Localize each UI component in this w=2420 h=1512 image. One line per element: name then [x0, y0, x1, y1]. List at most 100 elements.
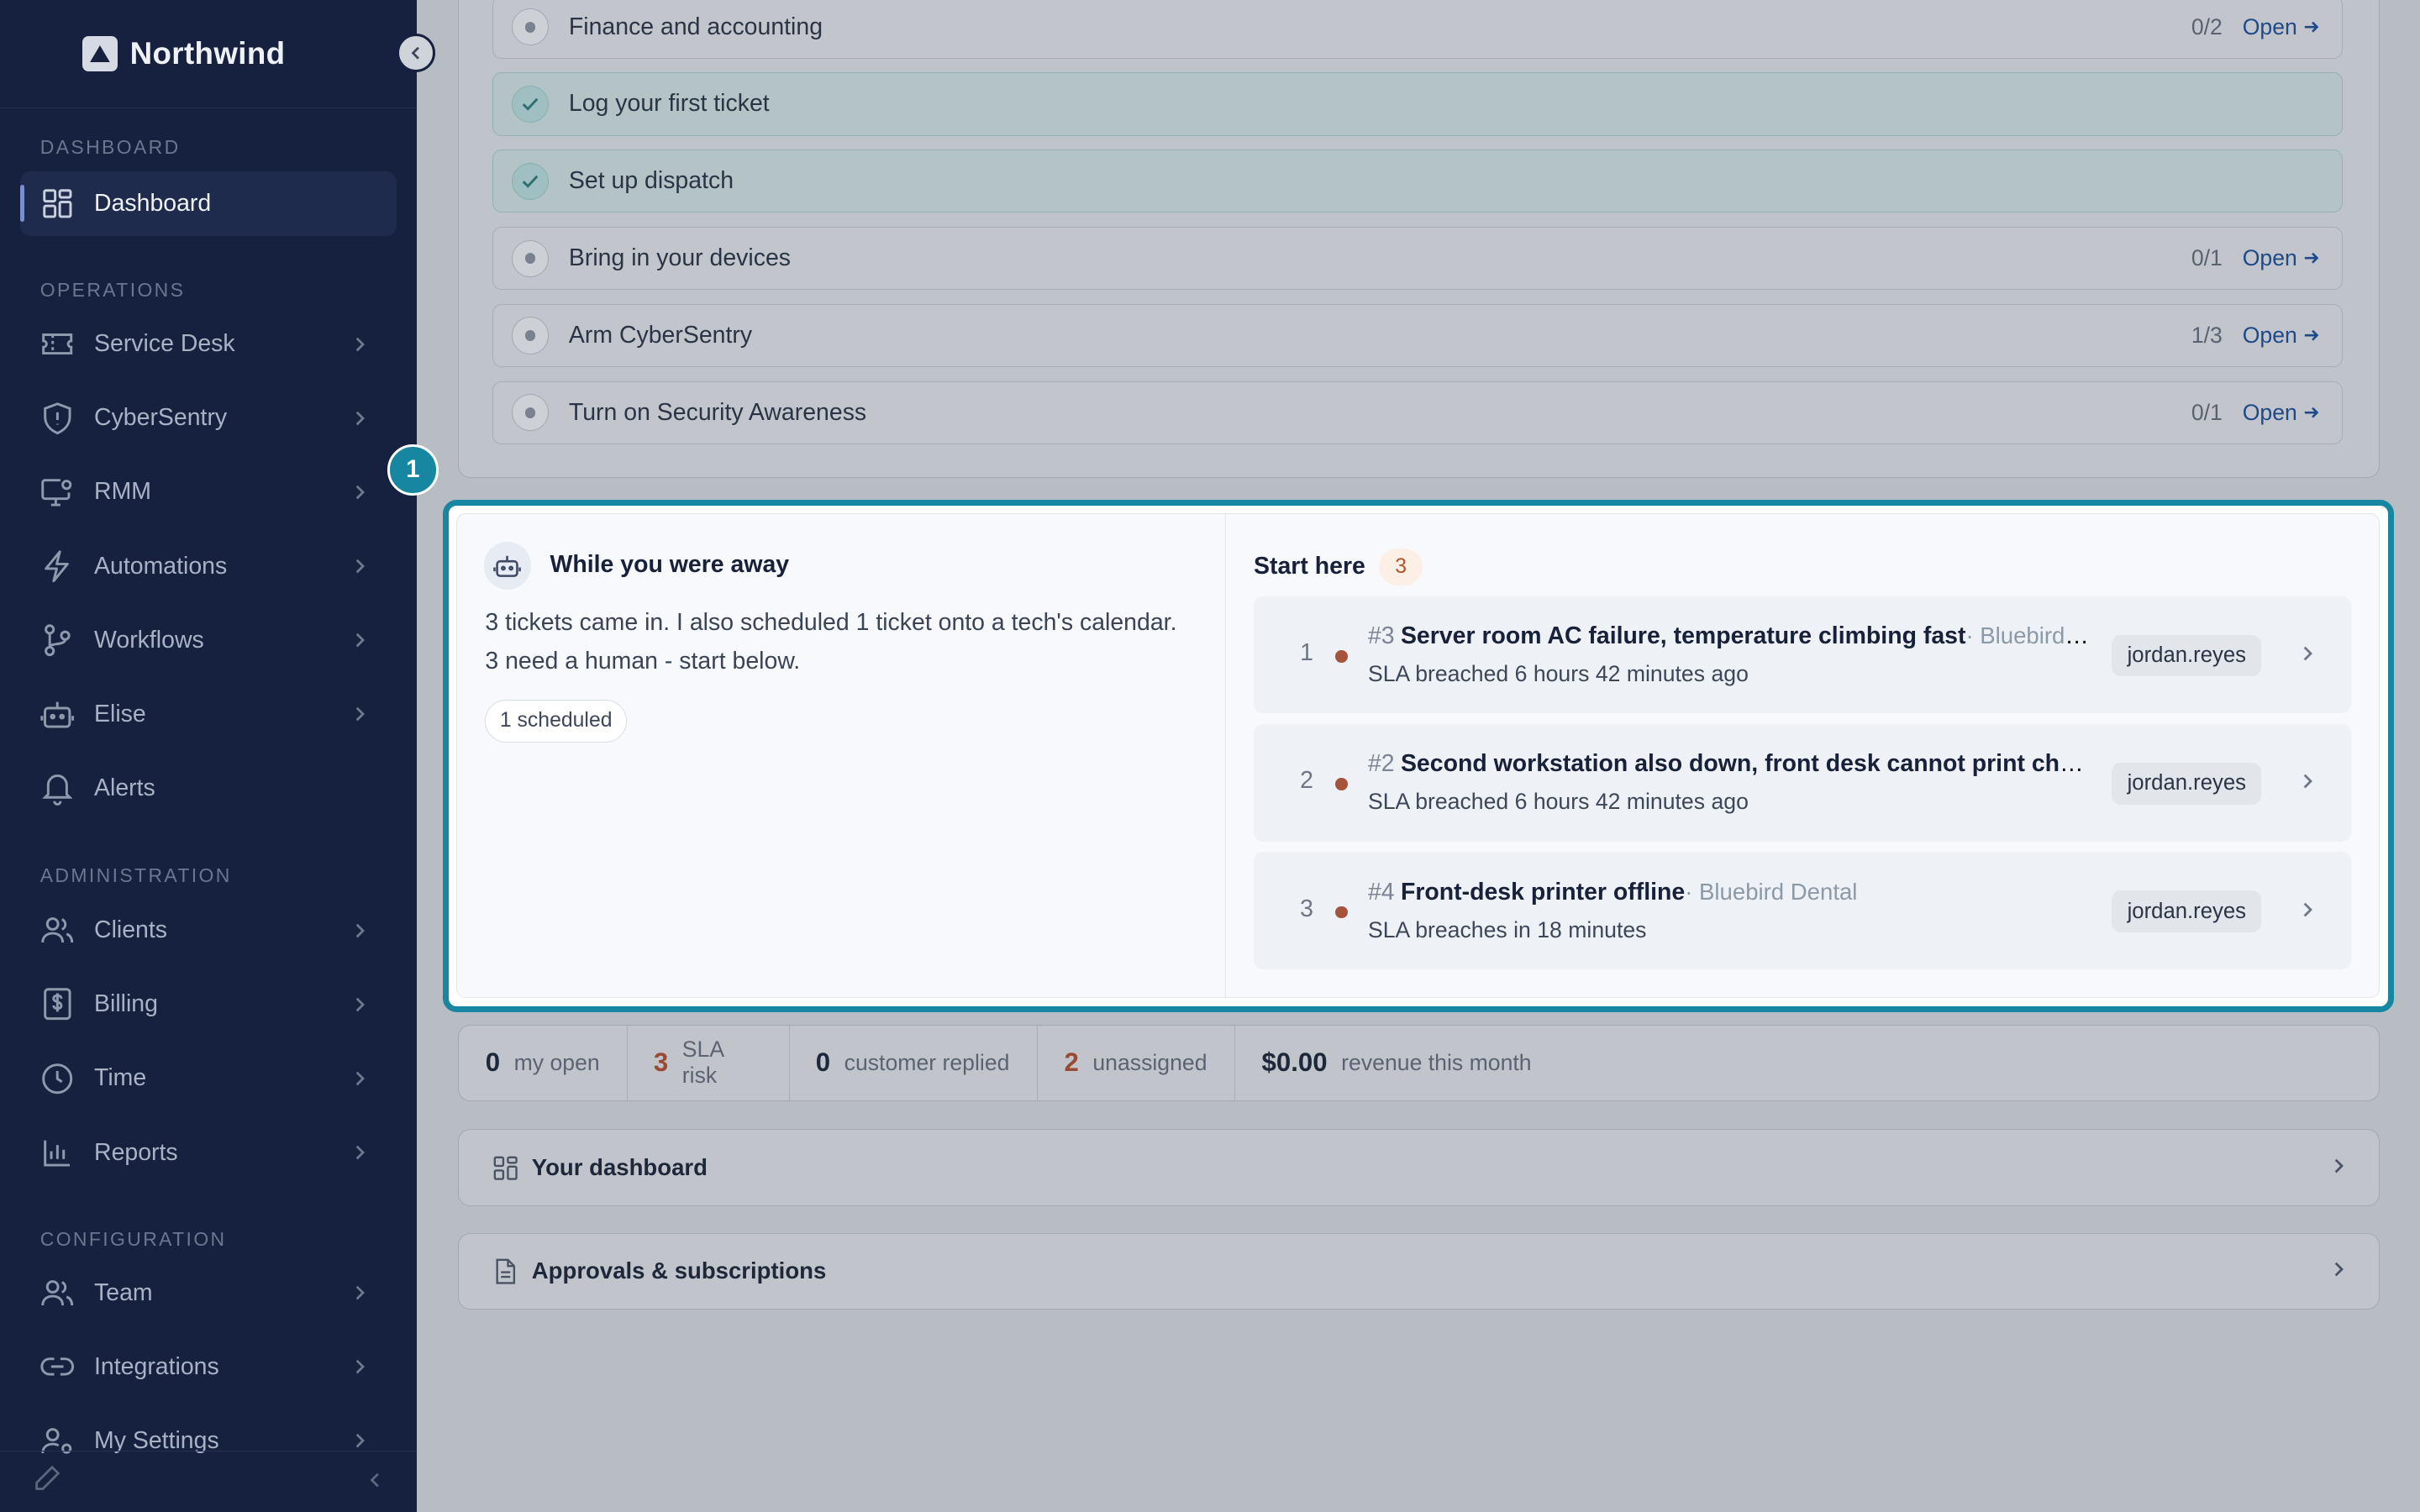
stats-bar: 0 my open 3 SLA risk 0 customer replied 2 un… [458, 1024, 2381, 1102]
ticket-heading: #4 Front-desk printer offline· Bluebird D… [1368, 879, 2093, 906]
users-icon [40, 913, 74, 947]
sidebar-item-elise[interactable]: Elise [20, 682, 397, 747]
open-link[interactable]: Open [2243, 400, 2321, 426]
sidebar-item-automations[interactable]: Automations [20, 533, 397, 598]
sidebar-item-label: Team [94, 1278, 153, 1306]
approvals-panel[interactable]: Approvals & subscriptions [458, 1232, 2381, 1310]
away-summary: While you were away 3 tickets came in. I… [457, 514, 1226, 997]
checklist-item-done[interactable]: Log your first ticket [492, 72, 2344, 136]
ticket-id: #3 [1367, 622, 1395, 649]
panel-title: Approvals & subscriptions [531, 1257, 827, 1284]
ticket-row[interactable]: 2 #2 Second workstation also down, front … [1254, 724, 2351, 842]
checkmark-icon [511, 85, 550, 123]
open-link[interactable]: Open [2243, 245, 2321, 271]
stat-label: revenue this month [1341, 1049, 1532, 1075]
chevron-right-icon [345, 483, 376, 501]
open-link-label: Open [2242, 13, 2297, 39]
sidebar-item-clients[interactable]: Clients [20, 898, 397, 963]
sidebar-item-label: Workflows [94, 626, 204, 654]
ticket-id: #2 [1367, 750, 1395, 778]
checklist-item[interactable]: Bring in your devices 0/1 Open [492, 226, 2344, 291]
open-link-label: Open [2242, 245, 2297, 271]
ticket-row[interactable]: 3 #4 Front-desk printer offline· Bluebird… [1254, 852, 2351, 970]
checklist-item-title: Bring in your devices [568, 244, 791, 272]
stat-customer-replied[interactable]: 0 customer replied [790, 1024, 1039, 1102]
checklist-item-title: Finance and accounting [568, 13, 823, 40]
sidebar-item-time[interactable]: Time [20, 1046, 397, 1110]
stat-unassigned[interactable]: 2 unassigned [1038, 1024, 1236, 1102]
sidebar-footer [0, 1450, 417, 1512]
your-dashboard-panel[interactable]: Your dashboard [458, 1129, 2381, 1207]
ticket-icon [40, 327, 74, 360]
ticket-sla: SLA breached 6 hours 42 minutes ago [1367, 660, 1749, 686]
checklist-item[interactable]: Arm CyberSentry 1/3 Open [492, 303, 2344, 368]
branch-icon [40, 623, 74, 657]
bar-chart-icon [40, 1136, 74, 1169]
sidebar-item-dashboard[interactable]: Dashboard [19, 171, 397, 236]
arrow-right-icon [2305, 330, 2319, 341]
sidebar-item-team[interactable]: Team [20, 1261, 397, 1326]
scheduled-pill[interactable]: 1 scheduled [485, 699, 628, 743]
arrow-right-icon [2305, 21, 2319, 33]
assignee-chip[interactable]: jordan.reyes [2112, 890, 2262, 932]
sidebar: Northwind DASHBOARD OPERATIONS ADMINISTR… [0, 0, 435, 1512]
stat-sla-risk[interactable]: 3 SLA risk [628, 1024, 790, 1102]
sidebar-item-alerts[interactable]: Alerts [20, 756, 397, 821]
step-badge: 1 [387, 444, 439, 496]
assignee-chip[interactable]: jordan.reyes [2112, 634, 2262, 677]
stat-label: unassigned [1092, 1049, 1207, 1075]
pencil-icon[interactable] [34, 1464, 61, 1499]
sla-status-dot-icon [1335, 649, 1349, 663]
checklist-item-title: Log your first ticket [568, 90, 770, 118]
chevron-left-icon [411, 46, 419, 60]
section-label-operations: OPERATIONS [39, 279, 186, 302]
open-link[interactable]: Open [2243, 323, 2321, 349]
sla-status-dot-icon [1335, 778, 1349, 790]
checklist-item-progress: 0/2 [2191, 13, 2223, 39]
sidebar-item-integrations[interactable]: Integrations [20, 1335, 397, 1399]
pending-dot-icon [511, 317, 550, 354]
sidebar-item-label: CyberSentry [94, 404, 228, 432]
sidebar-item-service-desk[interactable]: Service Desk [20, 312, 397, 376]
ticket-rank: 1 [1300, 639, 1313, 667]
sidebar-item-billing[interactable]: Billing [20, 972, 397, 1037]
checklist-item-done[interactable]: Set up dispatch [492, 150, 2344, 213]
while-away-highlight: While you were away 3 tickets came in. I… [443, 500, 2394, 1012]
grid-icon [40, 186, 74, 220]
document-icon [492, 1257, 519, 1285]
panel-title: Your dashboard [531, 1154, 708, 1181]
sidebar-item-cybersentry[interactable]: CyberSentry [20, 386, 397, 450]
ticket-heading: #2 Second workstation also down, front de… [1368, 750, 2093, 778]
stat-value: 2 [1064, 1047, 1079, 1078]
open-link-label: Open [2242, 322, 2297, 348]
chevron-right-icon [345, 1431, 376, 1450]
away-title: While you were away [550, 551, 790, 579]
open-link-label: Open [2242, 399, 2297, 425]
brand-name: Northwind [129, 35, 286, 71]
chevron-right-icon [2302, 769, 2314, 797]
sidebar-item-rmm[interactable]: RMM [20, 459, 397, 524]
ticket-client: · Bluebird Dental [1685, 878, 1858, 905]
checklist-item-progress: 1/3 [2191, 322, 2223, 348]
chevron-right-icon [345, 1069, 376, 1088]
sidebar-item-workflows[interactable]: Workflows [20, 608, 397, 673]
chevron-left-icon[interactable] [367, 1467, 382, 1496]
stat-label: my open [513, 1049, 600, 1075]
sidebar-item-label: Billing [94, 990, 158, 1018]
chevron-right-icon [345, 631, 376, 649]
arrow-right-icon [2305, 407, 2319, 418]
open-link[interactable]: Open [2243, 14, 2321, 40]
collapse-sidebar-button[interactable] [397, 34, 435, 73]
sidebar-item-label: Alerts [94, 774, 155, 802]
checklist-item[interactable]: Turn on Security Awareness 0/1 Open [492, 381, 2344, 444]
clock-icon [40, 1062, 74, 1095]
assignee-chip[interactable]: jordan.reyes [2112, 762, 2262, 805]
sidebar-item-reports[interactable]: Reports [20, 1120, 397, 1184]
stat-my-open[interactable]: 0 my open [459, 1024, 628, 1102]
checklist-item[interactable]: Finance and accounting 0/2 Open [492, 0, 2344, 59]
sidebar-item-label: Integrations [94, 1352, 219, 1380]
brand[interactable]: Northwind [0, 0, 435, 108]
ticket-sla: SLA breaches in 18 minutes [1367, 916, 1647, 942]
stat-revenue[interactable]: $0.00 revenue this month [1235, 1025, 1558, 1102]
ticket-row[interactable]: 1 #3 Server room AC failure, temperature … [1254, 596, 2351, 714]
